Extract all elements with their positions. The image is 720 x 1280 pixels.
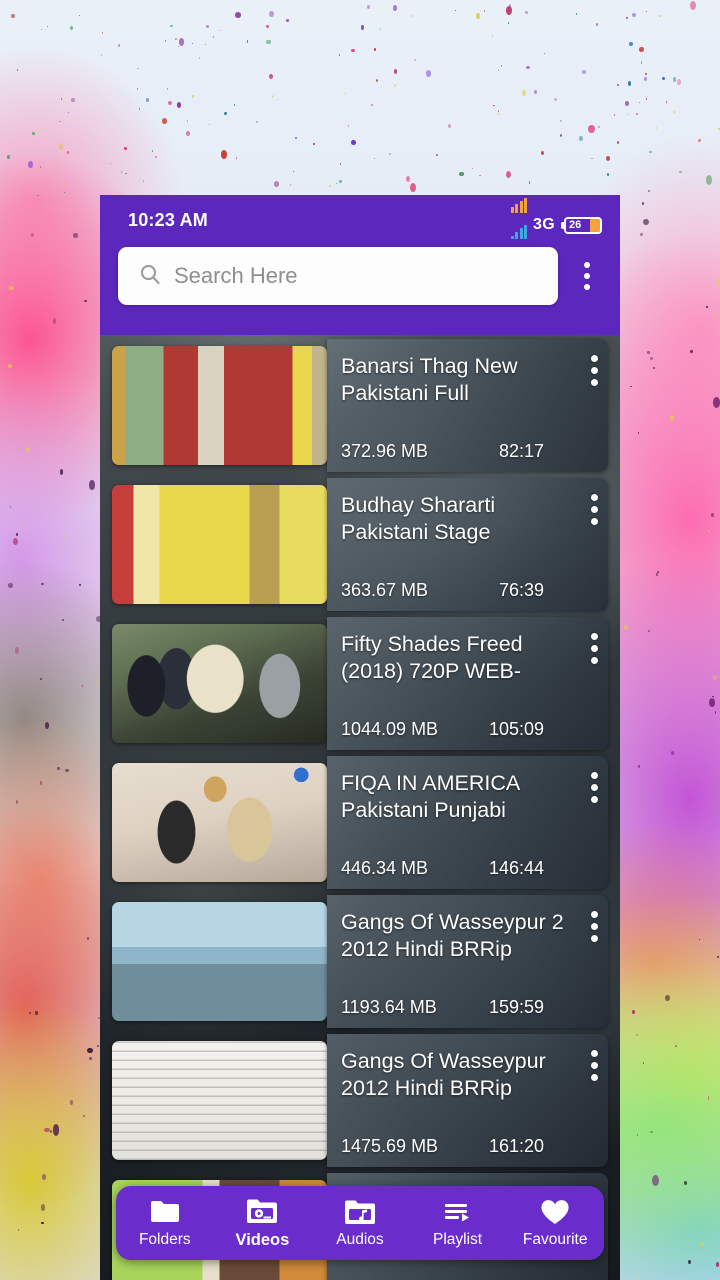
video-duration: 146:44 <box>488 858 544 878</box>
video-list-item[interactable]: Budhay Shararti Pakistani Stage 363.67 MB… <box>112 478 608 611</box>
more-vertical-icon[interactable] <box>564 247 610 305</box>
battery-fill <box>590 219 600 232</box>
video-list[interactable]: Banarsi Thag New Pakistani Full 372.96 MB… <box>100 335 620 1280</box>
nav-item-audios[interactable]: Audios <box>311 1186 409 1260</box>
status-bar-clock: 10:23 AM <box>128 209 208 230</box>
video-file-size: 1193.64 MB <box>341 997 437 1017</box>
nav-item-videos[interactable]: Videos <box>214 1186 312 1260</box>
video-duration: 105:09 <box>488 719 544 739</box>
nav-item-label: Playlist <box>433 1231 483 1248</box>
signal-bars-icon <box>510 198 528 213</box>
video-title: Budhay Shararti Pakistani Stage <box>341 493 496 545</box>
video-thumbnail[interactable] <box>112 763 327 882</box>
bottom-navigation-bar: Folders Videos Audios Playlist Favourite <box>116 1186 604 1260</box>
video-stats: 363.67 MB 76:39 <box>341 580 564 601</box>
video-file-size: 1475.69 MB <box>341 1136 439 1156</box>
network-type-label: 3G <box>533 216 555 233</box>
video-title: Banarsi Thag New Pakistani Full <box>341 354 518 406</box>
battery-icon: 26 <box>561 217 602 234</box>
search-input[interactable] <box>174 263 538 289</box>
video-thumbnail[interactable] <box>112 346 327 465</box>
search-icon <box>138 262 162 291</box>
video-title: Gangs Of Wasseypur 2012 Hindi BRRip <box>341 1049 546 1101</box>
video-duration: 161:20 <box>488 1136 544 1156</box>
video-thumbnail[interactable] <box>112 1041 327 1160</box>
video-duration: 76:39 <box>498 580 544 600</box>
folder-video-icon <box>246 1197 278 1227</box>
status-bar: 10:23 AM 3G 26 <box>100 195 620 245</box>
nav-item-playlist[interactable]: Playlist <box>409 1186 507 1260</box>
more-vertical-icon[interactable] <box>591 1050 598 1081</box>
more-vertical-icon[interactable] <box>591 355 598 386</box>
more-vertical-icon[interactable] <box>591 633 598 664</box>
folder-icon <box>150 1197 180 1227</box>
video-thumbnail[interactable] <box>112 624 327 743</box>
thumbnail-image <box>112 346 327 465</box>
battery-percent-label: 26 <box>569 219 582 231</box>
video-title: FIQA IN AMERICA Pakistani Punjabi <box>341 771 520 823</box>
video-list-item[interactable]: Fifty Shades Freed (2018) 720P WEB- 1044.… <box>112 617 608 750</box>
nav-item-label: Audios <box>336 1231 384 1248</box>
heart-icon <box>540 1197 570 1227</box>
more-vertical-icon[interactable] <box>591 494 598 525</box>
video-meta: Budhay Shararti Pakistani Stage 363.67 MB… <box>327 478 608 611</box>
search-box[interactable] <box>118 247 558 305</box>
video-stats: 372.96 MB 82:17 <box>341 441 564 462</box>
video-meta: FIQA IN AMERICA Pakistani Punjabi 446.34 … <box>327 756 608 889</box>
video-file-size: 372.96 MB <box>341 441 429 461</box>
video-meta: Gangs Of Wasseypur 2 2012 Hindi BRRip 119… <box>327 895 608 1028</box>
thumbnail-image <box>112 485 327 604</box>
nav-item-label: Videos <box>235 1230 290 1249</box>
video-file-size: 363.67 MB <box>341 580 429 600</box>
nav-item-favourite[interactable]: Favourite <box>506 1186 604 1260</box>
video-thumbnail[interactable] <box>112 485 327 604</box>
video-file-size: 1044.09 MB <box>341 719 439 739</box>
video-meta: Fifty Shades Freed (2018) 720P WEB- 1044.… <box>327 617 608 750</box>
thumbnail-image <box>112 624 327 743</box>
video-meta: Banarsi Thag New Pakistani Full 372.96 MB… <box>327 339 608 472</box>
nav-item-folders[interactable]: Folders <box>116 1186 214 1260</box>
video-list-item[interactable]: Banarsi Thag New Pakistani Full 372.96 MB… <box>112 339 608 472</box>
video-duration: 82:17 <box>498 441 544 461</box>
video-title: Gangs Of Wasseypur 2 2012 Hindi BRRip <box>341 910 564 962</box>
thumbnail-image <box>112 1041 327 1160</box>
video-thumbnail[interactable] <box>112 902 327 1021</box>
nav-item-label: Favourite <box>522 1231 588 1248</box>
video-player-app-window: 10:23 AM 3G 26 Search Here Banarsi Thag … <box>100 195 620 1280</box>
video-stats: 1475.69 MB 161:20 <box>341 1136 564 1157</box>
video-list-item[interactable]: FIQA IN AMERICA Pakistani Punjabi 446.34 … <box>112 756 608 889</box>
video-list-item[interactable]: Gangs Of Wasseypur 2 2012 Hindi BRRip 119… <box>112 895 608 1028</box>
signal-bars-secondary-icon <box>510 224 528 239</box>
nav-item-label: Folders <box>138 1231 191 1248</box>
video-stats: 1044.09 MB 105:09 <box>341 719 564 740</box>
video-file-size: 446.34 MB <box>341 858 429 878</box>
video-list-item[interactable]: Gangs Of Wasseypur 2012 Hindi BRRip 1475.… <box>112 1034 608 1167</box>
video-title: Fifty Shades Freed (2018) 720P WEB- <box>341 632 523 684</box>
playlist-icon <box>443 1197 473 1227</box>
video-meta: Gangs Of Wasseypur 2012 Hindi BRRip 1475.… <box>327 1034 608 1167</box>
thumbnail-image <box>112 902 327 1021</box>
battery-body: 26 <box>564 217 602 234</box>
search-row <box>100 247 620 305</box>
video-stats: 1193.64 MB 159:59 <box>341 997 564 1018</box>
status-bar-system-icons: 3G 26 <box>510 198 602 239</box>
thumbnail-image <box>112 763 327 882</box>
more-vertical-icon[interactable] <box>591 911 598 942</box>
folder-audio-icon <box>344 1197 376 1227</box>
app-header: 10:23 AM 3G 26 <box>100 195 620 335</box>
more-vertical-icon[interactable] <box>591 772 598 803</box>
video-stats: 446.34 MB 146:44 <box>341 858 564 879</box>
video-duration: 159:59 <box>488 997 544 1017</box>
